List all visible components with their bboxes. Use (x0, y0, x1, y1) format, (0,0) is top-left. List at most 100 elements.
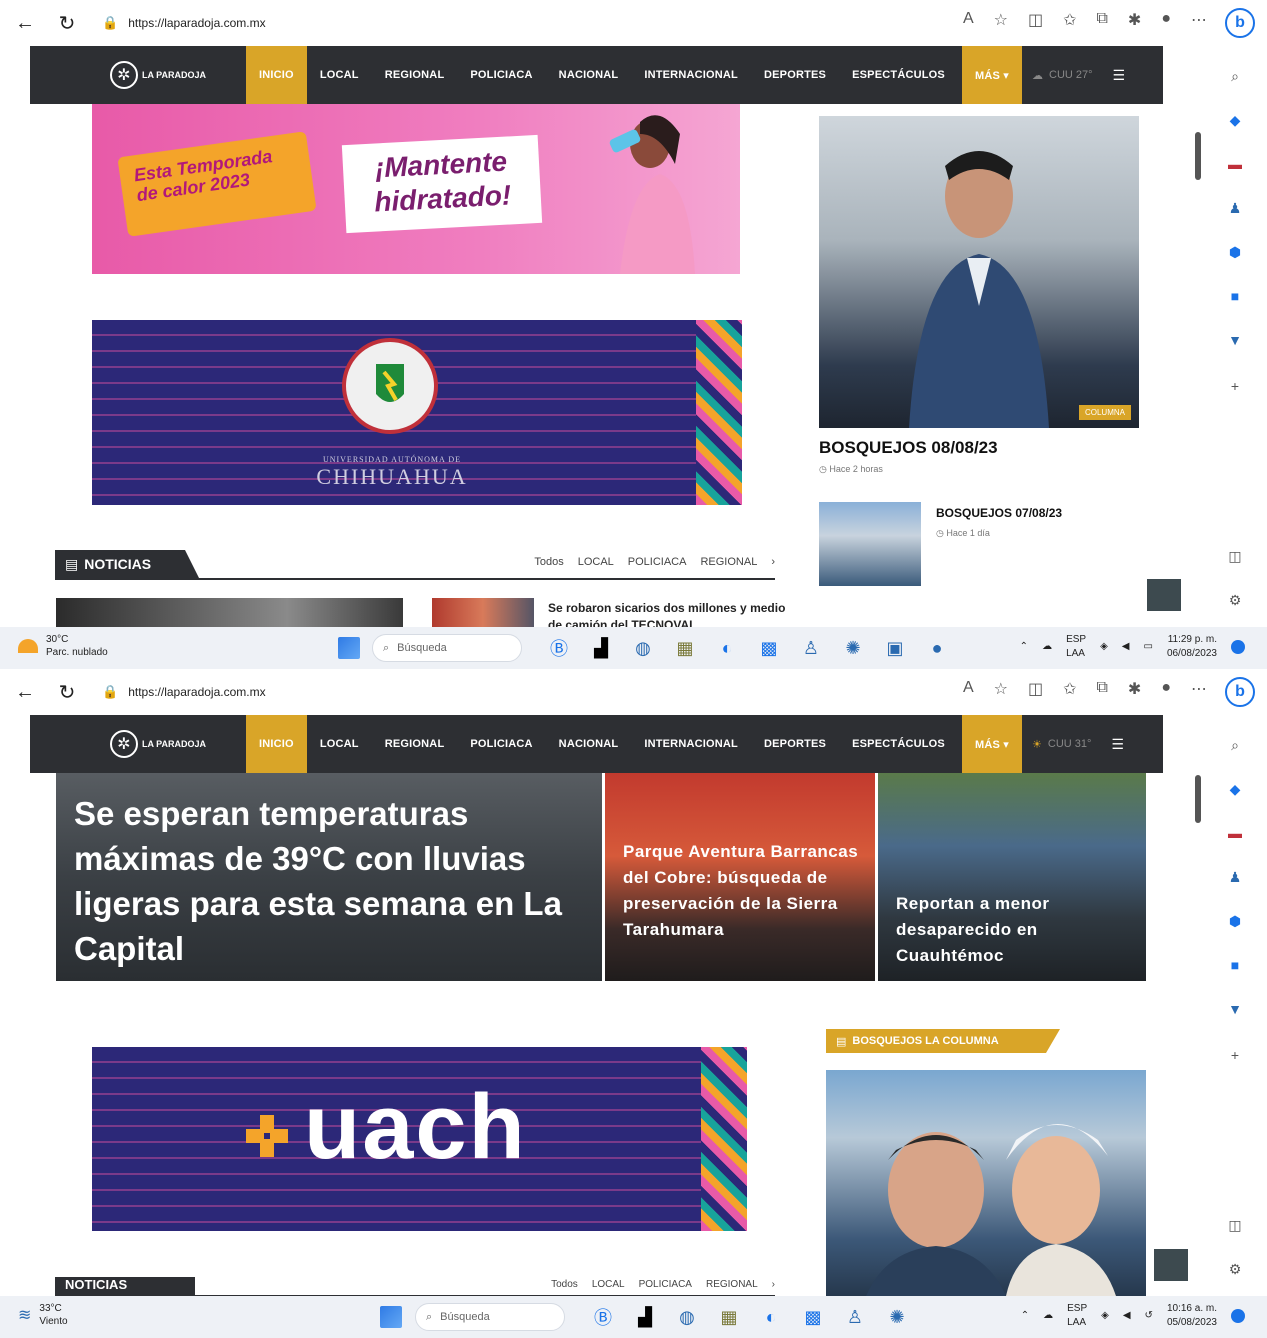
volume-icon[interactable]: ◀ (1122, 640, 1130, 654)
taskbar-weather[interactable]: 30°C Parc. nublado (18, 633, 108, 659)
taskbar-clock[interactable]: 11:29 p. m. 06/08/2023 (1167, 633, 1217, 661)
address-bar[interactable]: 🔒 https://laparadoja.com.mx (102, 15, 266, 31)
hero-headline-main[interactable]: Se esperan temperaturas máximas de 39°C … (74, 791, 594, 971)
hydration-ad-banner[interactable]: Esta Temporada de calor 2023 ¡Mantente h… (92, 104, 740, 274)
battery-icon[interactable]: ▭ (1143, 640, 1152, 654)
add-icon[interactable]: + (1225, 376, 1245, 396)
filter-regional[interactable]: REGIONAL (700, 556, 757, 568)
hero-story-main[interactable]: Se esperan temperaturas máximas de 39°C … (56, 773, 602, 981)
collections-icon[interactable]: ⧉ (1096, 679, 1107, 699)
filter-local[interactable]: LOCAL (592, 1279, 625, 1290)
outlook-app-icon[interactable]: ▣ (882, 635, 908, 661)
sidebar-toggle-icon[interactable]: ◫ (1225, 1215, 1245, 1235)
menu-item-deportes[interactable]: DEPORTES (751, 46, 839, 104)
menu-item-regional[interactable]: REGIONAL (372, 46, 458, 104)
profile-icon[interactable]: ● (1161, 10, 1171, 30)
column-feature-image[interactable]: COLUMNA (819, 116, 1139, 428)
teams-icon[interactable]: ◍ (674, 1304, 700, 1330)
taskbar-clock[interactable]: 10:16 a. m. 05/08/2023 (1167, 1302, 1217, 1330)
more-icon[interactable]: ⋯ (1191, 10, 1207, 30)
store-icon[interactable]: ▩ (800, 1304, 826, 1330)
notification-icon[interactable] (1231, 640, 1245, 654)
store-icon[interactable]: ▩ (756, 635, 782, 661)
people-icon[interactable]: ♟ (1225, 867, 1245, 887)
language-indicator[interactable]: ESP LAA (1066, 633, 1086, 661)
menu-item-nacional[interactable]: NACIONAL (546, 46, 632, 104)
windows-start-icon[interactable] (380, 1306, 402, 1328)
office-icon[interactable]: ■ (1225, 955, 1245, 975)
back-icon[interactable]: ← (8, 677, 42, 707)
tag-icon[interactable]: ◆ (1225, 779, 1245, 799)
scrollbar-thumb[interactable] (1195, 132, 1201, 180)
taskbar-search[interactable]: ⌕ Búsqueda (415, 1303, 565, 1331)
favorites-icon[interactable]: ✩ (1063, 679, 1076, 699)
rss-icon[interactable]: ☰ (1111, 736, 1124, 753)
teams-icon[interactable]: ◍ (630, 635, 656, 661)
people-icon[interactable]: ♟ (1225, 198, 1245, 218)
site-logo[interactable]: ✲ LA PARADOJA (110, 61, 210, 89)
filter-todos[interactable]: Todos (551, 1279, 578, 1290)
outlook-icon[interactable]: ▼ (1225, 330, 1245, 350)
filter-policiaca[interactable]: POLICIACA (628, 556, 687, 568)
bing-copilot-icon[interactable]: b (1225, 677, 1255, 707)
column-title[interactable]: BOSQUEJOS 08/08/23 (819, 438, 998, 458)
language-indicator[interactable]: ESP LAA (1067, 1302, 1087, 1330)
onedrive-icon[interactable]: ☁ (1043, 1309, 1053, 1323)
chevron-up-icon[interactable]: ⌃ (1021, 1309, 1029, 1323)
menu-item-inicio[interactable]: INICIO (246, 715, 307, 773)
settings-app-icon[interactable]: ✺ (840, 635, 866, 661)
refresh-icon[interactable]: ↻ (50, 8, 84, 38)
extensions-icon[interactable]: ✱ (1128, 679, 1141, 699)
filter-next-icon[interactable]: › (771, 556, 775, 568)
chevron-up-icon[interactable]: ⌃ (1020, 640, 1028, 654)
bing-app-icon[interactable]: Ⓑ (546, 635, 572, 661)
filter-local[interactable]: LOCAL (578, 556, 614, 568)
wifi-icon[interactable]: ◈ (1100, 640, 1108, 654)
onedrive-icon[interactable]: ☁ (1042, 640, 1052, 654)
file-explorer-icon[interactable]: ▟ (632, 1304, 658, 1330)
scroll-top-button[interactable] (1147, 579, 1181, 611)
site-logo[interactable]: ✲ LA PARADOJA (110, 730, 210, 758)
volume-icon[interactable]: ◀ (1123, 1309, 1131, 1323)
menu-item-internacional[interactable]: INTERNACIONAL (631, 46, 751, 104)
uach-ad-banner[interactable]: uach (92, 1047, 747, 1231)
taskbar-search[interactable]: ⌕ Búsqueda (372, 634, 522, 662)
extensions-icon[interactable]: ✱ (1128, 10, 1141, 30)
split-view-icon[interactable]: ◫ (1028, 10, 1043, 30)
read-aloud-icon[interactable]: A (963, 679, 974, 699)
shopping-icon[interactable]: ▬ (1225, 154, 1245, 174)
games-icon[interactable]: ⬢ (1225, 911, 1245, 931)
news-thumbnail[interactable] (56, 598, 403, 627)
profile-icon[interactable]: ● (1161, 679, 1171, 699)
favorite-star-icon[interactable]: ☆ (994, 10, 1008, 30)
taskbar-weather[interactable]: ≋ 33°C Viento (18, 1302, 68, 1328)
menu-item-mas[interactable]: MÁS ▾ (961, 715, 1022, 773)
games-icon[interactable]: ⬢ (1225, 242, 1245, 262)
app-icon-2[interactable]: ♙ (842, 1304, 868, 1330)
refresh-icon[interactable]: ↻ (50, 677, 84, 707)
sync-icon[interactable]: ↺ (1145, 1309, 1153, 1323)
menu-item-policiaca[interactable]: POLICIACA (457, 46, 545, 104)
app-icon[interactable]: ▦ (672, 635, 698, 661)
hero-story-2[interactable]: Parque Aventura Barrancas del Cobre: bús… (605, 773, 875, 981)
more-icon[interactable]: ⋯ (1191, 679, 1207, 699)
shopping-icon[interactable]: ▬ (1225, 823, 1245, 843)
menu-item-espectaculos[interactable]: ESPECTÁCULOS (839, 715, 958, 773)
app-icon-2[interactable]: ♙ (798, 635, 824, 661)
app-icon[interactable]: ▦ (716, 1304, 742, 1330)
search-icon[interactable]: ⌕ (1225, 735, 1245, 755)
file-explorer-icon[interactable]: ▟ (588, 635, 614, 661)
split-view-icon[interactable]: ◫ (1028, 679, 1043, 699)
bing-app-icon[interactable]: Ⓑ (590, 1304, 616, 1330)
favorites-icon[interactable]: ✩ (1063, 10, 1076, 30)
app-icon-3[interactable]: ● (924, 635, 950, 661)
menu-item-deportes[interactable]: DEPORTES (751, 715, 839, 773)
office-icon[interactable]: ■ (1225, 286, 1245, 306)
wifi-icon[interactable]: ◈ (1101, 1309, 1109, 1323)
filter-todos[interactable]: Todos (534, 556, 563, 568)
bing-copilot-icon[interactable]: b (1225, 8, 1255, 38)
edge-icon[interactable]: ◐ (714, 635, 740, 661)
menu-item-inicio[interactable]: INICIO (246, 46, 307, 104)
column-thumbnail[interactable] (819, 502, 921, 586)
sidebar-toggle-icon[interactable]: ◫ (1225, 546, 1245, 566)
